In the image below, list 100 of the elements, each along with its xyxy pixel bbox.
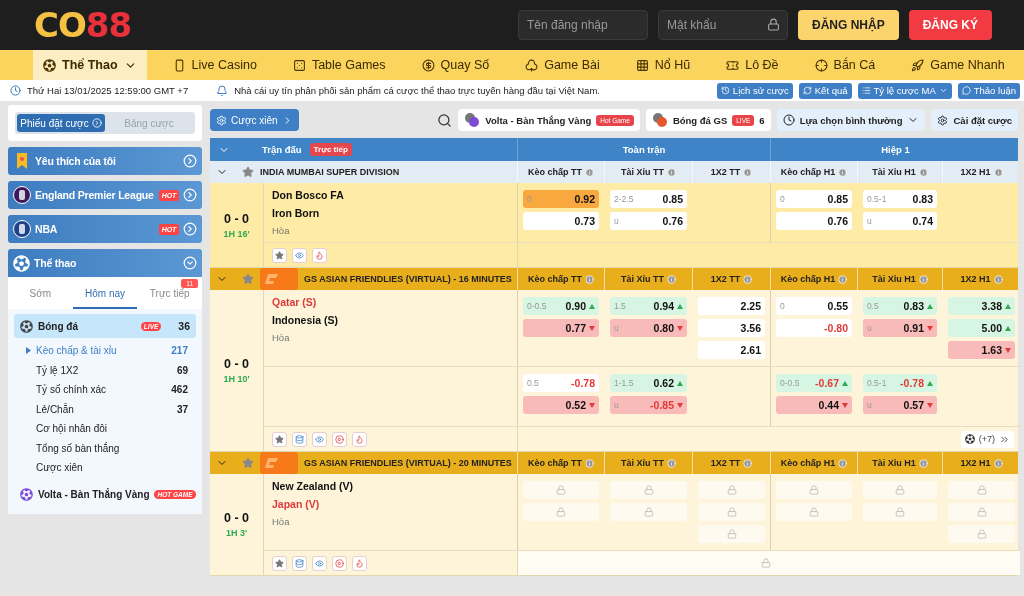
column-title: 1X2 TT: [710, 458, 741, 468]
market-item[interactable]: Tỷ lệ 1X2 69: [8, 360, 202, 380]
market-item[interactable]: Cược xiên: [8, 458, 202, 478]
count: 36: [178, 320, 190, 332]
column-title: Kèo chấp H1: [780, 167, 836, 177]
nav-tab[interactable]: Game Nhanh: [901, 50, 1015, 80]
score: 0 - 0: [224, 511, 249, 525]
odds-button[interactable]: 3.56: [698, 319, 765, 337]
odds-button[interactable]: 0.76: [776, 212, 852, 230]
odds-button[interactable]: 2.25: [698, 297, 765, 315]
team-name: Iron Born: [272, 207, 320, 219]
odds-button[interactable]: 0.5-1 -0.78: [863, 374, 937, 392]
odds-button[interactable]: 0.5 -0.78: [523, 374, 599, 392]
nav-tab[interactable]: Live Casino: [162, 50, 267, 80]
register-button[interactable]: ĐĂNG KÝ: [908, 10, 992, 40]
team-name: Don Bosco FA: [272, 189, 344, 201]
mode-select[interactable]: Lựa chọn bình thường: [776, 109, 926, 131]
date-time: Thứ Hai 13/01/2025 12:59:00 GMT +7: [27, 85, 189, 96]
parlay-button[interactable]: Cược xiên: [210, 109, 299, 131]
password-field[interactable]: Mật khẩu: [658, 10, 788, 40]
odds-button[interactable]: 0.44: [776, 396, 852, 414]
column-title: Kèo chấp H1: [780, 458, 836, 468]
match-time: 1H 10': [223, 374, 250, 384]
info-button[interactable]: Kết quả: [798, 82, 852, 99]
nav-tab[interactable]: Game Bài: [515, 50, 610, 80]
odds-button[interactable]: 0.73: [523, 212, 599, 230]
odds-button[interactable]: u 0.76: [610, 212, 687, 230]
odds-button[interactable]: u 0.80: [610, 319, 687, 337]
info-button[interactable]: Thảo luận: [957, 82, 1020, 99]
league-name: GS ASIAN FRIENDLIES (VIRTUAL) - 20 MINUTES: [304, 458, 512, 468]
sidebar-menu-item[interactable]: Yêu thích của tôi: [8, 147, 202, 175]
odds-button[interactable]: 1.63: [948, 341, 1015, 359]
market-item[interactable]: Kèo chấp & tài xỉu 217: [8, 341, 202, 361]
odds-button[interactable]: 0 0.92: [523, 190, 599, 208]
odds-button[interactable]: 1.5 0.94: [610, 297, 687, 315]
slip-tab[interactable]: Phiếu đặt cược: [17, 114, 105, 132]
column-title: Tài Xỉu H1: [872, 167, 916, 177]
column-title: Kèo chấp TT: [528, 458, 582, 468]
column-title: Kèo chấp TT: [528, 274, 582, 284]
sport-tab[interactable]: Hôm nay: [72, 277, 138, 309]
column-title: Trận đấu: [262, 144, 302, 155]
login-button[interactable]: ĐĂNG NHẬP: [798, 10, 899, 40]
odds-button[interactable]: 0.5-1 0.83: [863, 190, 937, 208]
odds-button[interactable]: 0-0.5 0.90: [523, 297, 599, 315]
odds-button[interactable]: 0.5 0.83: [863, 297, 937, 315]
sidebar-menu-item[interactable]: Thể thao: [8, 249, 202, 277]
market-item[interactable]: Lẻ/Chẵn 37: [8, 399, 202, 419]
info-button[interactable]: Lịch sử cược: [716, 82, 793, 99]
column-title: 1X2 TT: [710, 167, 741, 177]
odds-button[interactable]: 1-1.5 0.62: [610, 374, 687, 392]
nav-tab[interactable]: Table Games: [282, 50, 396, 80]
match-time: 1H 16': [223, 228, 250, 239]
match-time: 1H 3': [225, 528, 248, 538]
team-name: Qatar (S): [272, 296, 317, 308]
nav-tab[interactable]: Quay Số: [411, 50, 500, 80]
column-group-title: Toàn trận: [622, 144, 666, 155]
column-group-title: Hiệp 1: [881, 144, 910, 155]
column-title: Tài Xỉu H1: [872, 274, 916, 284]
market-item[interactable]: Tỷ số chính xác 462: [8, 380, 202, 400]
odds-button[interactable]: 2-2.5 0.85: [610, 190, 687, 208]
odds-button[interactable]: 3.38: [948, 297, 1015, 315]
nav-tab[interactable]: Bắn Cá: [804, 50, 886, 80]
odds-button[interactable]: -0.80: [776, 319, 852, 337]
settings-button[interactable]: Cài đặt cược: [931, 109, 1018, 131]
odds-button[interactable]: u 0.91: [863, 319, 937, 337]
odds-button[interactable]: 0 0.55: [776, 297, 852, 315]
nav-tab[interactable]: Lô Đề: [716, 50, 789, 80]
column-title: 1X2 H1: [960, 458, 991, 468]
info-button[interactable]: Tỷ lệ cược MA: [857, 82, 952, 99]
score: 0 - 0: [224, 211, 249, 226]
nav-tab[interactable]: Nổ Hũ: [625, 50, 701, 80]
odds-button[interactable]: 0.52: [523, 396, 599, 414]
odds-button[interactable]: 5.00: [948, 319, 1015, 337]
score: 0 - 0: [224, 357, 249, 371]
column-title: Kèo chấp H1: [780, 274, 836, 284]
odds-button[interactable]: 0 0.85: [776, 190, 852, 208]
sport-tab[interactable]: Sớm: [8, 277, 73, 309]
live-badge: Trực tiếp: [309, 143, 352, 156]
market-item[interactable]: Tổng số bàn thắng: [8, 438, 202, 458]
odds-button[interactable]: 2.61: [698, 341, 765, 359]
more-markets-button[interactable]: (+7): [960, 430, 1014, 448]
username-field[interactable]: Tên đăng nhập: [518, 10, 648, 40]
league-name: INDIA MUMBAI SUPER DIVISION: [260, 167, 400, 177]
draw-label: Hòa: [272, 225, 290, 236]
column-title: Kèo chấp TT: [528, 167, 582, 177]
nav-tab[interactable]: Thể Thao: [33, 50, 147, 80]
draw-label: Hòa: [272, 332, 290, 343]
team-name: Japan (V): [272, 498, 320, 510]
column-title: Tài Xỉu TT: [621, 274, 664, 284]
team-name: Indonesia (S): [272, 314, 338, 326]
column-title: Tài Xỉu H1: [872, 458, 916, 468]
odds-button[interactable]: u 0.74: [863, 212, 937, 230]
odds-button[interactable]: 0.77: [523, 319, 599, 337]
logo[interactable]: CO88: [34, 5, 132, 45]
draw-label: Hòa: [272, 516, 290, 527]
league-name: GS ASIAN FRIENDLIES (VIRTUAL) - 16 MINUTES: [304, 274, 512, 284]
odds-button[interactable]: u 0.57: [863, 396, 937, 414]
market-item[interactable]: Cơ hội nhân đôi: [8, 419, 202, 439]
announcement-text: Nhà cái uy tín phân phối sản phẩm cá cược thể thao trực tuyến hàng đầu tại Việt Nam.: [234, 85, 600, 96]
odds-button[interactable]: 0-0.5 -0.67: [776, 374, 852, 392]
